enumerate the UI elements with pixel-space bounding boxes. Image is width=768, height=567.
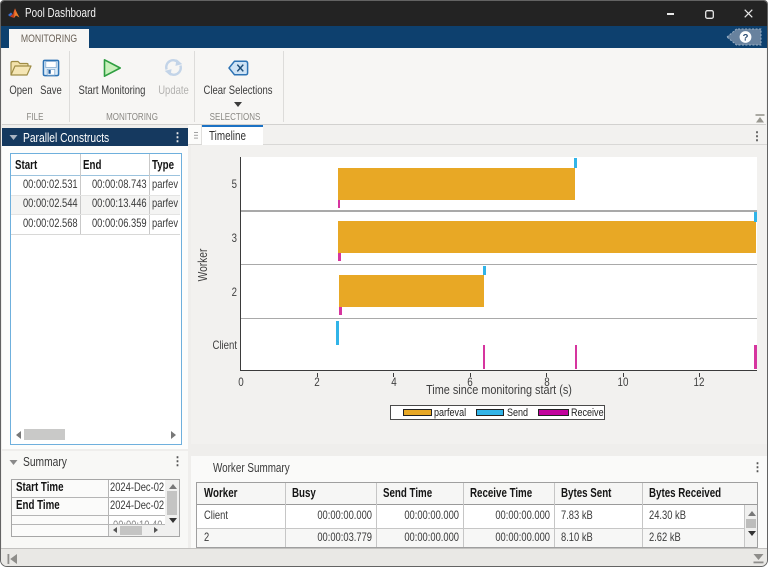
svg-text:?: ? [742,32,748,43]
